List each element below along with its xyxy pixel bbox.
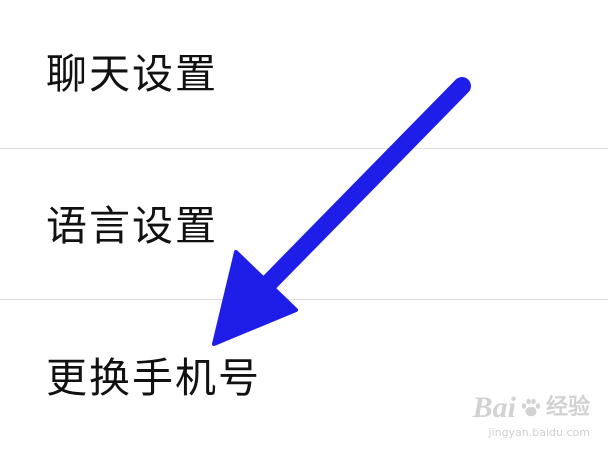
- watermark-brand: Bai 经验: [473, 393, 590, 423]
- setting-item-label: 聊天设置: [46, 50, 218, 98]
- setting-item-chat[interactable]: 聊天设置: [0, 0, 608, 148]
- settings-list: 聊天设置 语言设置 更换手机号: [0, 0, 608, 452]
- watermark-url: jingyan.baidu.com: [488, 426, 590, 439]
- setting-item-label: 语言设置: [46, 202, 218, 250]
- settings-screen: 聊天设置 语言设置 更换手机号 Bai 经验 jingyan.baidu.com: [0, 0, 608, 452]
- setting-item-label: 更换手机号: [46, 354, 261, 402]
- watermark-brand-text: Bai: [472, 391, 516, 424]
- watermark-brand-cn: 经验: [545, 395, 590, 420]
- setting-item-language[interactable]: 语言设置: [0, 148, 608, 296]
- baidu-jingyan-watermark: Bai 经验 jingyan.baidu.com: [473, 393, 590, 439]
- paw-icon: [521, 398, 541, 417]
